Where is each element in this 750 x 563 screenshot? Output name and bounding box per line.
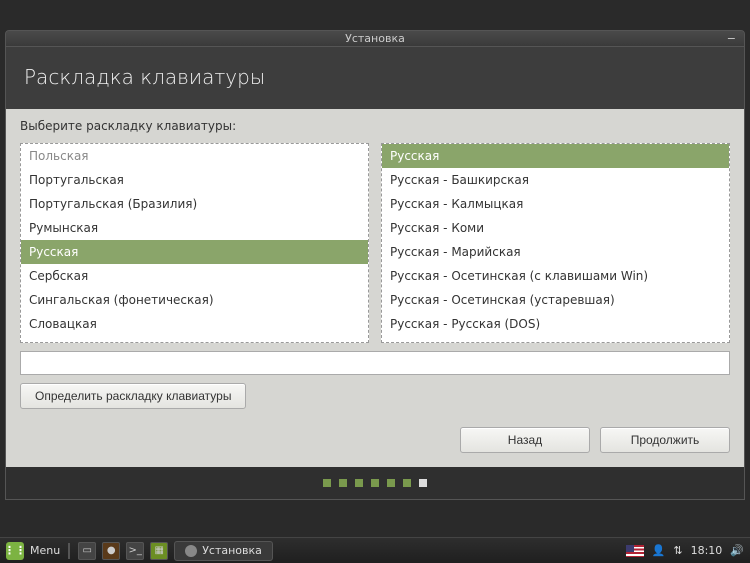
keyboard-layout-flag-icon[interactable] [626,545,644,557]
clock[interactable]: 18:10 [691,544,723,557]
layout-lists: ПольскаяПортугальскаяПортугальская (Браз… [20,143,730,343]
list-item[interactable]: Русская [21,240,368,264]
list-item[interactable]: Русская - Марийская [382,240,729,264]
progress-dots [6,467,744,499]
back-button[interactable]: Назад [460,427,590,453]
list-item[interactable]: Сингальская (фонетическая) [21,288,368,312]
user-icon[interactable]: 👤 [652,544,666,557]
show-desktop-icon[interactable]: ▭ [78,542,96,560]
list-item[interactable]: Словенская [21,336,368,343]
list-item[interactable]: Русская - Осетинская (устаревшая) [382,288,729,312]
progress-dot [323,479,331,487]
layout-variant-list[interactable]: РусскаяРусская - БашкирскаяРусская - Кал… [381,143,730,343]
list-item[interactable]: Русская [382,144,729,168]
list-item[interactable]: Португальская [21,168,368,192]
list-item[interactable]: Русская - Коми [382,216,729,240]
list-item[interactable]: Русская - Башкирская [382,168,729,192]
network-icon[interactable]: ⇅ [673,544,682,557]
list-item[interactable]: Русская - Калмыцкая [382,192,729,216]
volume-icon[interactable]: 🔊 [730,544,744,557]
progress-dot [387,479,395,487]
detect-layout-button[interactable]: Определить раскладку клавиатуры [20,383,246,409]
list-item[interactable]: Словацкая [21,312,368,336]
progress-dot [355,479,363,487]
prompt-label: Выберите раскладку клавиатуры: [20,119,730,133]
titlebar[interactable]: Установка − [6,31,744,47]
taskbar-active-window[interactable]: Установка [174,541,273,561]
files-icon[interactable]: ▦ [150,542,168,560]
layout-language-list[interactable]: ПольскаяПортугальскаяПортугальская (Браз… [20,143,369,343]
keyboard-test-input[interactable] [20,351,730,375]
terminal-icon[interactable]: >_ [126,542,144,560]
firefox-icon[interactable]: ● [102,542,120,560]
progress-dot [419,479,427,487]
content-area: Выберите раскладку клавиатуры: ПольскаяП… [6,109,744,467]
task-label: Установка [202,544,262,557]
window-title: Установка [345,32,405,45]
nav-buttons: Назад Продолжить [20,417,730,453]
list-item[interactable]: Русская - Осетинская (с клавишами Win) [382,264,729,288]
progress-dot [371,479,379,487]
menu-button[interactable]: Menu [30,544,60,557]
progress-dot [339,479,347,487]
progress-dot [403,479,411,487]
separator [68,543,70,559]
mint-logo-icon[interactable]: ⋮⋮ [6,542,24,560]
page-title: Раскладка клавиатуры [24,65,265,89]
installer-window: Установка − Раскладка клавиатуры Выберит… [5,30,745,500]
task-app-icon [185,545,197,557]
list-item[interactable]: Румынская [21,216,368,240]
system-tray: 👤 ⇅ 18:10 🔊 [626,544,744,557]
continue-button[interactable]: Продолжить [600,427,730,453]
minimize-icon[interactable]: − [727,32,736,45]
list-item[interactable]: Португальская (Бразилия) [21,192,368,216]
page-header: Раскладка клавиатуры [6,47,744,109]
list-item[interactable]: Сербская [21,264,368,288]
list-item[interactable]: Русская - Русская (DOS) [382,312,729,336]
taskbar: ⋮⋮ Menu ▭ ● >_ ▦ Установка 👤 ⇅ 18:10 🔊 [0,537,750,563]
list-item[interactable]: Польская [21,144,368,168]
